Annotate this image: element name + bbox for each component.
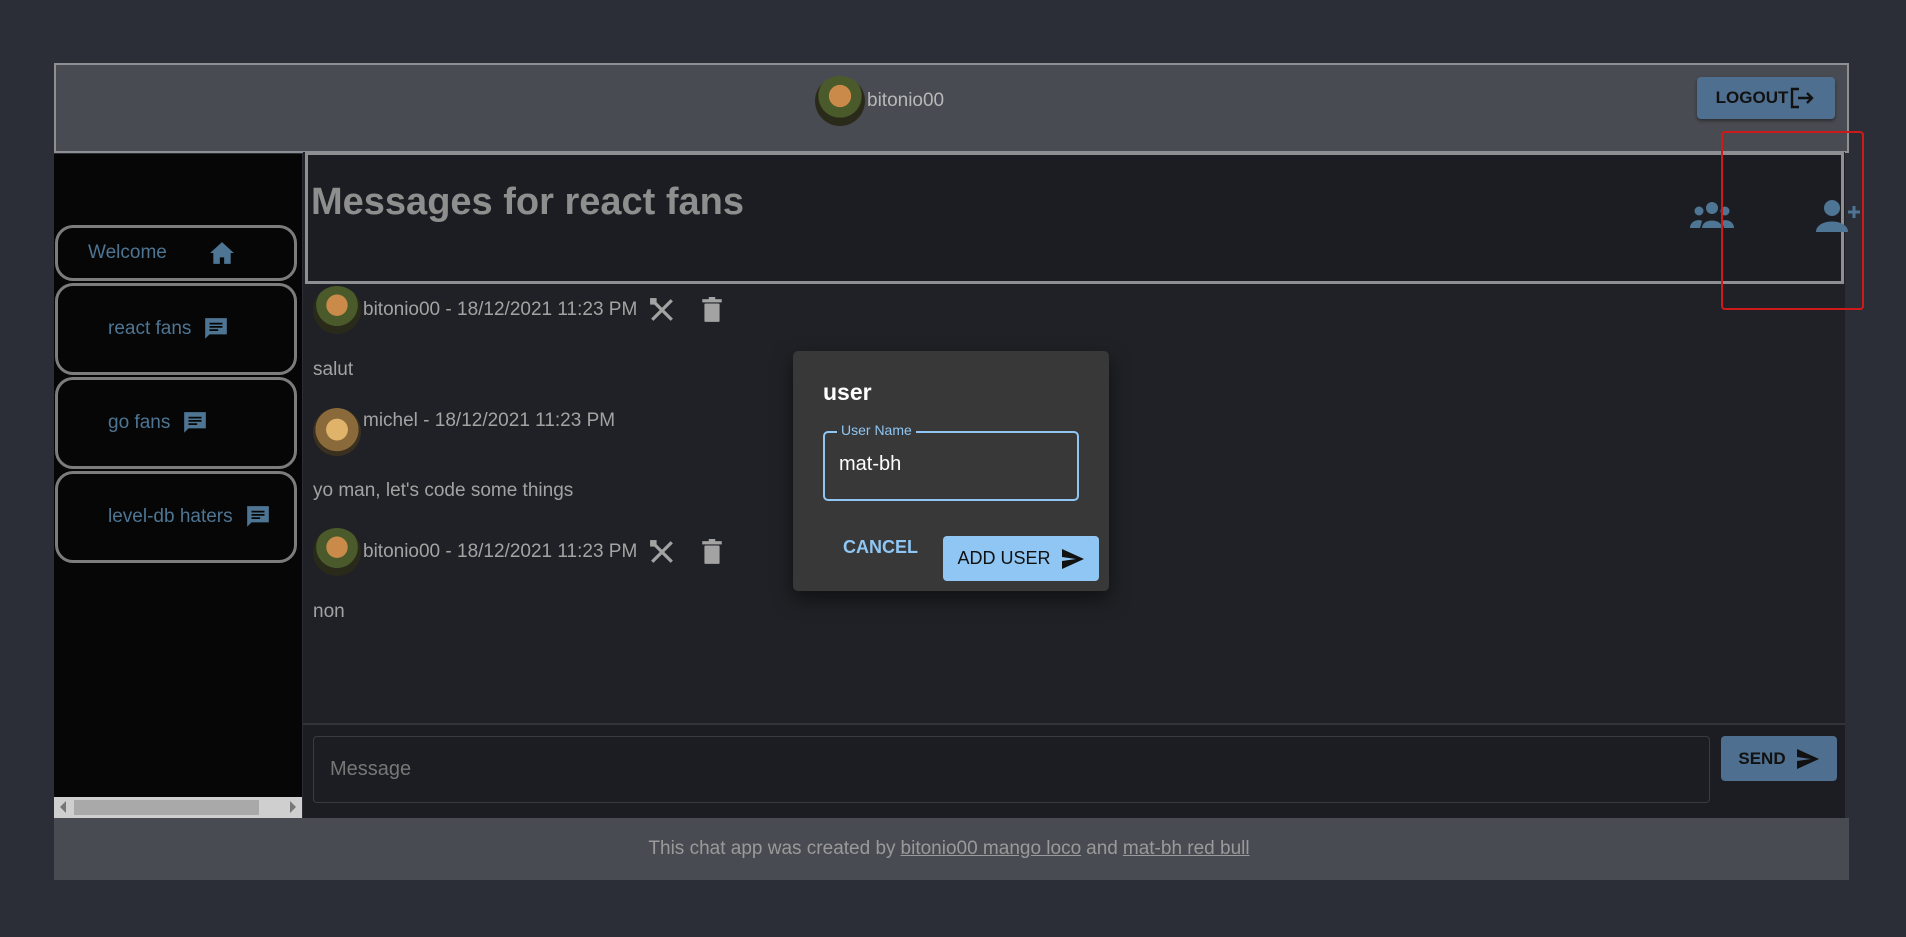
channel-title: Messages for react fans xyxy=(311,181,744,223)
message-meta: bitonio00 - 18/12/2021 11:23 PM xyxy=(363,299,638,320)
add-user-dialog: user User Name CANCEL ADD USER xyxy=(793,351,1109,591)
chat-icon xyxy=(246,506,269,527)
delete-icon[interactable] xyxy=(701,297,723,323)
current-user: bitonio00 xyxy=(815,75,944,127)
message-text: yo man, let's code some things xyxy=(313,480,574,501)
message-input[interactable] xyxy=(313,736,1710,803)
add-user-label: ADD USER xyxy=(957,548,1051,568)
logout-icon xyxy=(1791,87,1815,109)
message-text: salut xyxy=(313,359,354,380)
message-text: non xyxy=(313,601,345,622)
sidebar-item-label: level-db haters xyxy=(108,506,233,527)
username: bitonio00 xyxy=(867,90,945,111)
send-label: SEND xyxy=(1738,748,1786,768)
avatar xyxy=(313,528,361,576)
channel-header: Messages for react fans xyxy=(305,152,1860,284)
chat-icon xyxy=(184,412,207,433)
sidebar-item-welcome[interactable]: Welcome xyxy=(55,225,297,281)
send-icon xyxy=(1796,748,1819,769)
sidebar: Welcome react fans go fans level-db hate… xyxy=(54,154,302,818)
app-footer: This chat app was created by bitonio00 m… xyxy=(54,818,1849,880)
delete-icon[interactable] xyxy=(701,539,723,565)
cancel-button[interactable]: CANCEL xyxy=(843,537,918,558)
send-icon xyxy=(1061,548,1084,569)
avatar xyxy=(815,76,865,126)
message-meta: michel - 18/12/2021 11:23 PM xyxy=(363,410,616,431)
scroll-right-arrow[interactable] xyxy=(290,801,296,813)
username-field: User Name xyxy=(823,423,1079,501)
sidebar-item-level-db-haters[interactable]: level-db haters xyxy=(55,471,297,563)
message-meta: bitonio00 - 18/12/2021 11:23 PM xyxy=(363,541,638,562)
message-header: bitonio00 - 18/12/2021 11:23 PM xyxy=(313,286,723,334)
edit-icon[interactable] xyxy=(649,539,675,565)
footer-link-bitonio00[interactable]: bitonio00 mango loco xyxy=(901,838,1082,860)
dialog-title: user xyxy=(823,379,872,405)
app-header: bitonio00 LOGOUT xyxy=(54,63,1849,153)
home-icon xyxy=(209,242,234,264)
message-header: bitonio00 - 18/12/2021 11:23 PM xyxy=(313,528,723,576)
footer-link-mat-bh[interactable]: mat-bh red bull xyxy=(1123,838,1250,860)
sidebar-item-label: Welcome xyxy=(88,242,167,263)
sidebar-scrollbar[interactable] xyxy=(54,797,302,818)
scrollbar-thumb[interactable] xyxy=(74,800,259,815)
sidebar-item-react-fans[interactable]: react fans xyxy=(55,283,297,375)
edit-icon[interactable] xyxy=(649,297,675,323)
scroll-left-arrow[interactable] xyxy=(60,801,66,813)
sidebar-item-label: react fans xyxy=(108,318,192,339)
message-header: michel - 18/12/2021 11:23 PM xyxy=(313,408,615,456)
logout-button[interactable]: LOGOUT xyxy=(1697,77,1835,119)
add-user-button[interactable]: ADD USER xyxy=(943,536,1099,581)
chat-icon xyxy=(205,318,228,339)
compose-bar: SEND xyxy=(303,723,1845,820)
sidebar-item-label: go fans xyxy=(108,412,171,433)
logout-label: LOGOUT xyxy=(1715,88,1789,107)
avatar xyxy=(313,286,361,334)
highlight-box xyxy=(1721,131,1864,310)
field-label: User Name xyxy=(837,423,916,437)
avatar xyxy=(313,408,361,456)
send-button[interactable]: SEND xyxy=(1721,736,1837,781)
footer-text: This chat app was created by xyxy=(648,838,896,859)
sidebar-item-go-fans[interactable]: go fans xyxy=(55,377,297,469)
username-input[interactable] xyxy=(839,453,1059,476)
footer-text: and xyxy=(1086,838,1118,859)
